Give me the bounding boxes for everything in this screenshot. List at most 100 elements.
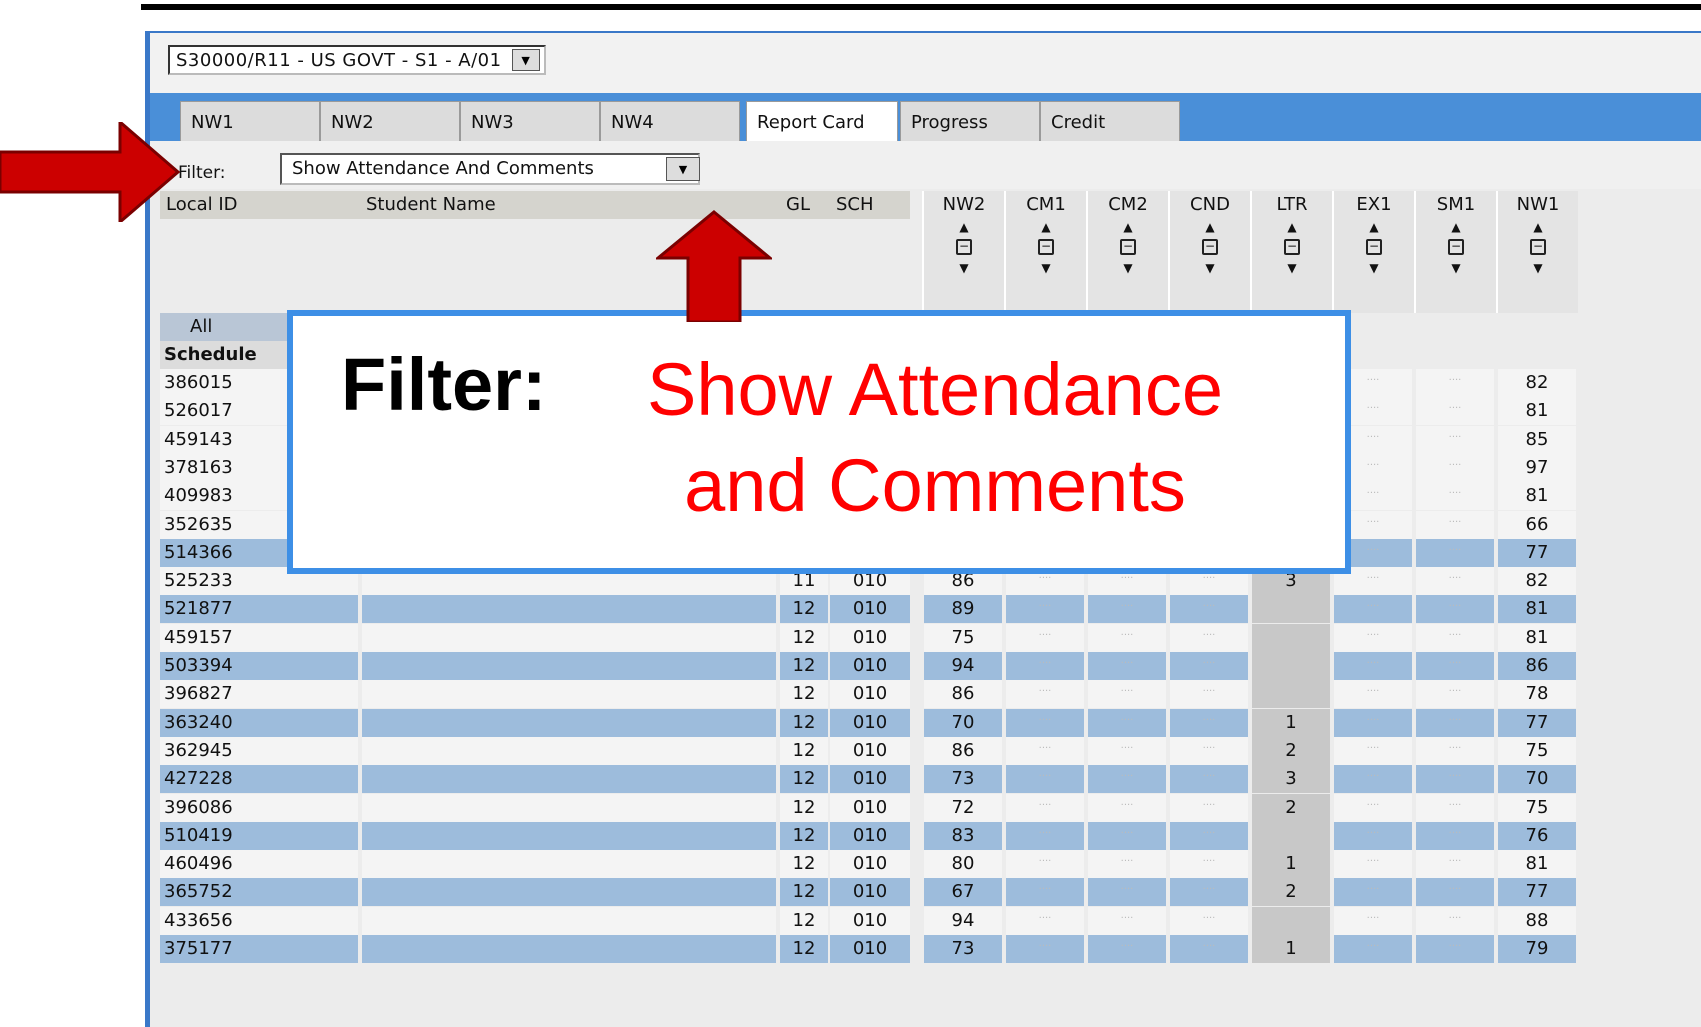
gl-cell[interactable]: 12 xyxy=(780,652,828,680)
nw2-cell[interactable]: 73 xyxy=(924,765,1002,794)
sm1-cell[interactable]: .... xyxy=(1416,652,1494,680)
cnd-cell[interactable]: .... xyxy=(1170,736,1248,765)
table-row[interactable]: 375177 12 010 73............ 1........ 79 xyxy=(160,935,1701,963)
nw1-cell[interactable]: 81 xyxy=(1498,623,1576,652)
local-id-cell[interactable]: 375177 xyxy=(160,935,358,963)
cm2-cell[interactable]: .... xyxy=(1088,821,1166,850)
nw1-cell[interactable]: 70 xyxy=(1498,765,1576,794)
column-header-sm1[interactable]: SM1 ▲ − ▼ xyxy=(1414,191,1496,313)
nw1-cell[interactable]: 75 xyxy=(1498,793,1576,822)
table-row[interactable]: 459157 12 010 75.................... 81 xyxy=(160,623,1701,652)
student-name-cell[interactable] xyxy=(362,906,776,935)
nw1-cell[interactable]: 76 xyxy=(1498,821,1576,850)
sm1-cell[interactable]: .... xyxy=(1416,708,1494,737)
tab-nw2[interactable]: NW2 xyxy=(320,101,460,141)
ltr-cell[interactable] xyxy=(1252,595,1330,624)
cnd-cell[interactable]: .... xyxy=(1170,935,1248,963)
chevron-down-icon[interactable]: ▼ xyxy=(666,157,700,181)
cm2-cell[interactable]: .... xyxy=(1088,850,1166,879)
ex1-cell[interactable]: .... xyxy=(1334,821,1412,850)
ex1-cell[interactable]: .... xyxy=(1334,765,1412,794)
column-header-gl[interactable]: GL xyxy=(780,191,830,219)
local-id-cell[interactable]: 396827 xyxy=(160,680,358,709)
sort-up-icon[interactable]: ▲ xyxy=(1334,221,1414,233)
ex1-cell[interactable]: .... xyxy=(1334,595,1412,624)
sch-cell[interactable]: 010 xyxy=(830,708,910,737)
local-id-cell[interactable]: 396086 xyxy=(160,793,358,822)
cm1-cell[interactable]: .... xyxy=(1006,595,1084,624)
student-name-cell[interactable] xyxy=(362,765,776,794)
cm1-cell[interactable]: .... xyxy=(1006,652,1084,680)
gl-cell[interactable]: 12 xyxy=(780,708,828,737)
sm1-cell[interactable]: .... xyxy=(1416,736,1494,765)
nw1-cell[interactable]: 81 xyxy=(1498,397,1576,426)
nw1-cell[interactable]: 88 xyxy=(1498,906,1576,935)
gl-cell[interactable]: 12 xyxy=(780,793,828,822)
ltr-cell[interactable]: 1 xyxy=(1252,708,1330,737)
column-header-cm2[interactable]: CM2 ▲ − ▼ xyxy=(1086,191,1168,313)
cm1-cell[interactable]: .... xyxy=(1006,906,1084,935)
local-id-cell[interactable]: 363240 xyxy=(160,708,358,737)
sch-cell[interactable]: 010 xyxy=(830,935,910,963)
column-header-nw2[interactable]: NW2 ▲ − ▼ xyxy=(922,191,1004,313)
nw1-cell[interactable]: 77 xyxy=(1498,538,1576,567)
ex1-cell[interactable]: .... xyxy=(1334,850,1412,879)
gl-cell[interactable]: 12 xyxy=(780,736,828,765)
ex1-cell[interactable]: .... xyxy=(1334,906,1412,935)
local-id-cell[interactable]: 362945 xyxy=(160,736,358,765)
column-header-cm1[interactable]: CM1 ▲ − ▼ xyxy=(1004,191,1086,313)
sm1-cell[interactable]: .... xyxy=(1416,793,1494,822)
ex1-cell[interactable]: .... xyxy=(1334,623,1412,652)
ltr-cell[interactable]: 1 xyxy=(1252,850,1330,879)
sch-cell[interactable]: 010 xyxy=(830,850,910,879)
table-row[interactable]: 396827 12 010 86.................... 78 xyxy=(160,680,1701,709)
sm1-cell[interactable]: .... xyxy=(1416,538,1494,567)
cm1-cell[interactable]: .... xyxy=(1006,850,1084,879)
sm1-cell[interactable]: .... xyxy=(1416,453,1494,482)
gl-cell[interactable]: 12 xyxy=(780,623,828,652)
ex1-cell[interactable]: .... xyxy=(1334,708,1412,737)
collapse-icon[interactable]: − xyxy=(1202,239,1218,255)
nw1-cell[interactable]: 81 xyxy=(1498,595,1576,624)
tab-credit[interactable]: Credit xyxy=(1040,101,1180,141)
ex1-cell[interactable]: .... xyxy=(1334,935,1412,963)
cnd-cell[interactable]: .... xyxy=(1170,878,1248,907)
nw1-cell[interactable]: 82 xyxy=(1498,369,1576,397)
collapse-icon[interactable]: − xyxy=(1038,239,1054,255)
sch-cell[interactable]: 010 xyxy=(830,680,910,709)
nw2-cell[interactable]: 70 xyxy=(924,708,1002,737)
nw1-cell[interactable]: 75 xyxy=(1498,736,1576,765)
gl-cell[interactable]: 12 xyxy=(780,878,828,907)
cnd-cell[interactable]: .... xyxy=(1170,793,1248,822)
sm1-cell[interactable]: .... xyxy=(1416,935,1494,963)
sm1-cell[interactable]: .... xyxy=(1416,878,1494,907)
cm2-cell[interactable]: .... xyxy=(1088,623,1166,652)
ex1-cell[interactable]: .... xyxy=(1334,680,1412,709)
sort-down-icon[interactable]: ▼ xyxy=(1498,261,1578,275)
sort-down-icon[interactable]: ▼ xyxy=(1416,261,1496,275)
table-row[interactable]: 365752 12 010 67............ 2........ 77 xyxy=(160,878,1701,907)
tab-nw1[interactable]: NW1 xyxy=(180,101,320,141)
nw2-cell[interactable]: 80 xyxy=(924,850,1002,879)
ltr-cell[interactable] xyxy=(1252,680,1330,709)
sm1-cell[interactable]: .... xyxy=(1416,680,1494,709)
local-id-cell[interactable]: 459157 xyxy=(160,623,358,652)
student-name-cell[interactable] xyxy=(362,652,776,680)
sort-up-icon[interactable]: ▲ xyxy=(1252,221,1332,233)
nw2-cell[interactable]: 86 xyxy=(924,736,1002,765)
nw1-cell[interactable]: 77 xyxy=(1498,878,1576,907)
sm1-cell[interactable]: .... xyxy=(1416,623,1494,652)
sort-up-icon[interactable]: ▲ xyxy=(1170,221,1250,233)
collapse-icon[interactable]: − xyxy=(956,239,972,255)
cm1-cell[interactable]: .... xyxy=(1006,821,1084,850)
tab-progress[interactable]: Progress xyxy=(900,101,1040,141)
cm1-cell[interactable]: .... xyxy=(1006,623,1084,652)
table-row[interactable]: 521877 12 010 89.................... 81 xyxy=(160,595,1701,624)
sm1-cell[interactable]: .... xyxy=(1416,821,1494,850)
cm1-cell[interactable]: .... xyxy=(1006,708,1084,737)
cm2-cell[interactable]: .... xyxy=(1088,680,1166,709)
column-header-ltr[interactable]: LTR ▲ − ▼ xyxy=(1250,191,1332,313)
sch-cell[interactable]: 010 xyxy=(830,821,910,850)
student-name-cell[interactable] xyxy=(362,850,776,879)
nw2-cell[interactable]: 86 xyxy=(924,680,1002,709)
